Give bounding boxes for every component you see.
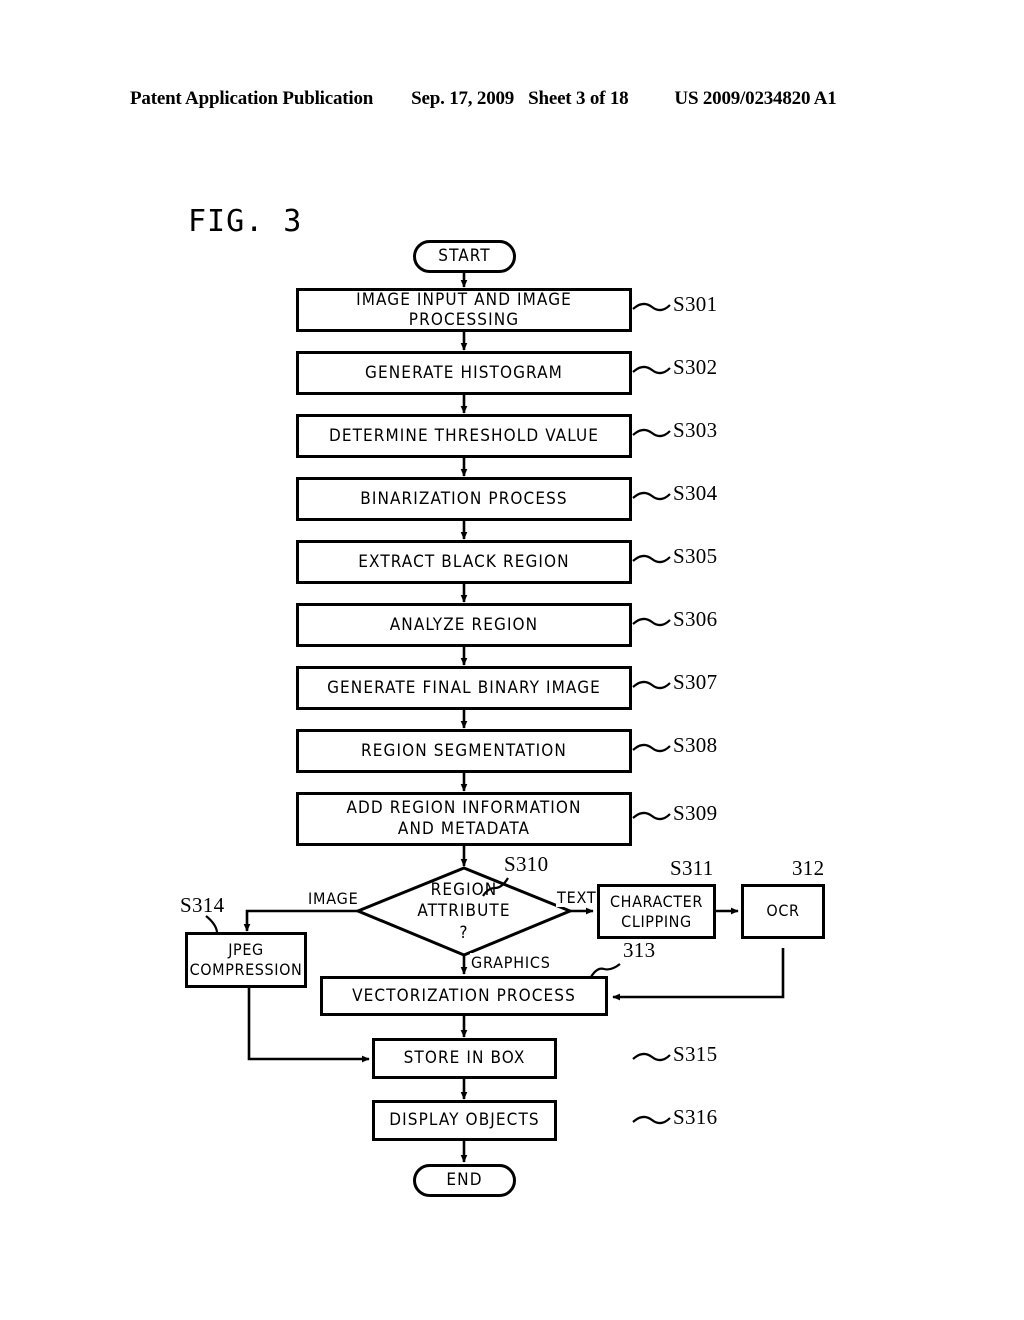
end-label: END: [446, 1170, 483, 1191]
leader-s305: [632, 554, 671, 564]
step-box-s308[interactable]: REGION SEGMENTATION: [296, 729, 632, 773]
step-box-s306[interactable]: ANALYZE REGION: [296, 603, 632, 647]
branch-label-text: TEXT: [556, 888, 598, 907]
jpeg-label-line2: COMPRESSION: [189, 960, 303, 979]
step-ref-s309: S309: [673, 801, 718, 825]
branch-label-image: IMAGE: [307, 889, 360, 908]
step-ref-s301: S301: [673, 292, 718, 316]
leader-s315: [632, 1052, 671, 1062]
step-label-s305: EXTRACT BLACK REGION: [358, 551, 570, 572]
leader-s307: [632, 680, 671, 690]
display-label: DISPLAY OBJECTS: [389, 1110, 540, 1131]
step-box-s301[interactable]: IMAGE INPUT AND IMAGE PROCESSING: [296, 288, 632, 332]
step-ref-s305: S305: [673, 544, 718, 568]
step-label-s306: ANALYZE REGION: [389, 614, 539, 635]
step-ref-s304: S304: [673, 481, 718, 505]
leader-s303: [632, 428, 671, 438]
step-box-jpeg-compression[interactable]: JPEG COMPRESSION: [185, 932, 307, 988]
vectorization-label: VECTORIZATION PROCESS: [352, 985, 576, 1006]
step-box-s305[interactable]: EXTRACT BLACK REGION: [296, 540, 632, 584]
step-ref-s310: S310: [504, 852, 549, 876]
step-box-store-in-box[interactable]: STORE IN BOX: [372, 1038, 557, 1079]
step-ref-s308: S308: [673, 733, 718, 757]
decision-diamond: [354, 866, 574, 957]
leader-s302: [632, 365, 671, 375]
step-label-s307: GENERATE FINAL BINARY IMAGE: [327, 677, 601, 698]
step-box-vectorization-process[interactable]: VECTORIZATION PROCESS: [320, 976, 608, 1016]
branch-label-graphics: GRAPHICS: [470, 953, 552, 972]
step-ref-s307: S307: [673, 670, 718, 694]
step-ref-313: 313: [623, 938, 656, 962]
step-label-s304: BINARIZATION PROCESS: [360, 488, 568, 509]
step-ref-s316: S316: [673, 1105, 718, 1129]
step-box-ocr[interactable]: OCR: [741, 884, 825, 939]
step-box-display-objects[interactable]: DISPLAY OBJECTS: [372, 1100, 557, 1141]
leader-s309: [632, 811, 671, 821]
step-label-s301: IMAGE INPUT AND IMAGE PROCESSING: [356, 289, 572, 330]
step-label-s303: DETERMINE THRESHOLD VALUE: [328, 425, 600, 446]
character-clipping-line1: CHARACTER: [610, 891, 703, 911]
step-ref-312: 312: [792, 856, 825, 880]
leader-s304: [632, 491, 671, 501]
leader-s308: [632, 743, 671, 753]
ocr-label: OCR: [766, 901, 800, 921]
step-box-s302[interactable]: GENERATE HISTOGRAM: [296, 351, 632, 395]
step-label-s308: REGION SEGMENTATION: [361, 740, 567, 761]
character-clipping-line2: CLIPPING: [621, 911, 692, 931]
step-box-s309[interactable]: ADD REGION INFORMATION AND METADATA: [296, 792, 632, 846]
jpeg-label-line1: JPEG: [228, 940, 264, 959]
step-ref-s315: S315: [673, 1042, 718, 1066]
start-terminator[interactable]: START: [413, 240, 516, 273]
edge-image-branch: [243, 909, 358, 932]
step-box-character-clipping[interactable]: CHARACTER CLIPPING: [597, 884, 716, 939]
step-ref-s311: S311: [670, 856, 714, 880]
leader-s301: [632, 302, 671, 312]
end-terminator[interactable]: END: [413, 1164, 516, 1197]
step-ref-s314: S314: [180, 893, 225, 917]
step-ref-s302: S302: [673, 355, 718, 379]
leader-s316: [632, 1115, 671, 1125]
step-box-s307[interactable]: GENERATE FINAL BINARY IMAGE: [296, 666, 632, 710]
start-label: START: [438, 246, 491, 267]
store-label: STORE IN BOX: [403, 1048, 526, 1069]
step-label-s309-line1: ADD REGION INFORMATION: [346, 797, 582, 818]
leader-s306: [632, 617, 671, 627]
step-ref-s303: S303: [673, 418, 718, 442]
step-box-s303[interactable]: DETERMINE THRESHOLD VALUE: [296, 414, 632, 458]
step-label-s302: GENERATE HISTOGRAM: [365, 362, 563, 383]
step-box-s304[interactable]: BINARIZATION PROCESS: [296, 477, 632, 521]
step-label-s309-line2: AND METADATA: [397, 819, 531, 839]
step-ref-s306: S306: [673, 607, 718, 631]
